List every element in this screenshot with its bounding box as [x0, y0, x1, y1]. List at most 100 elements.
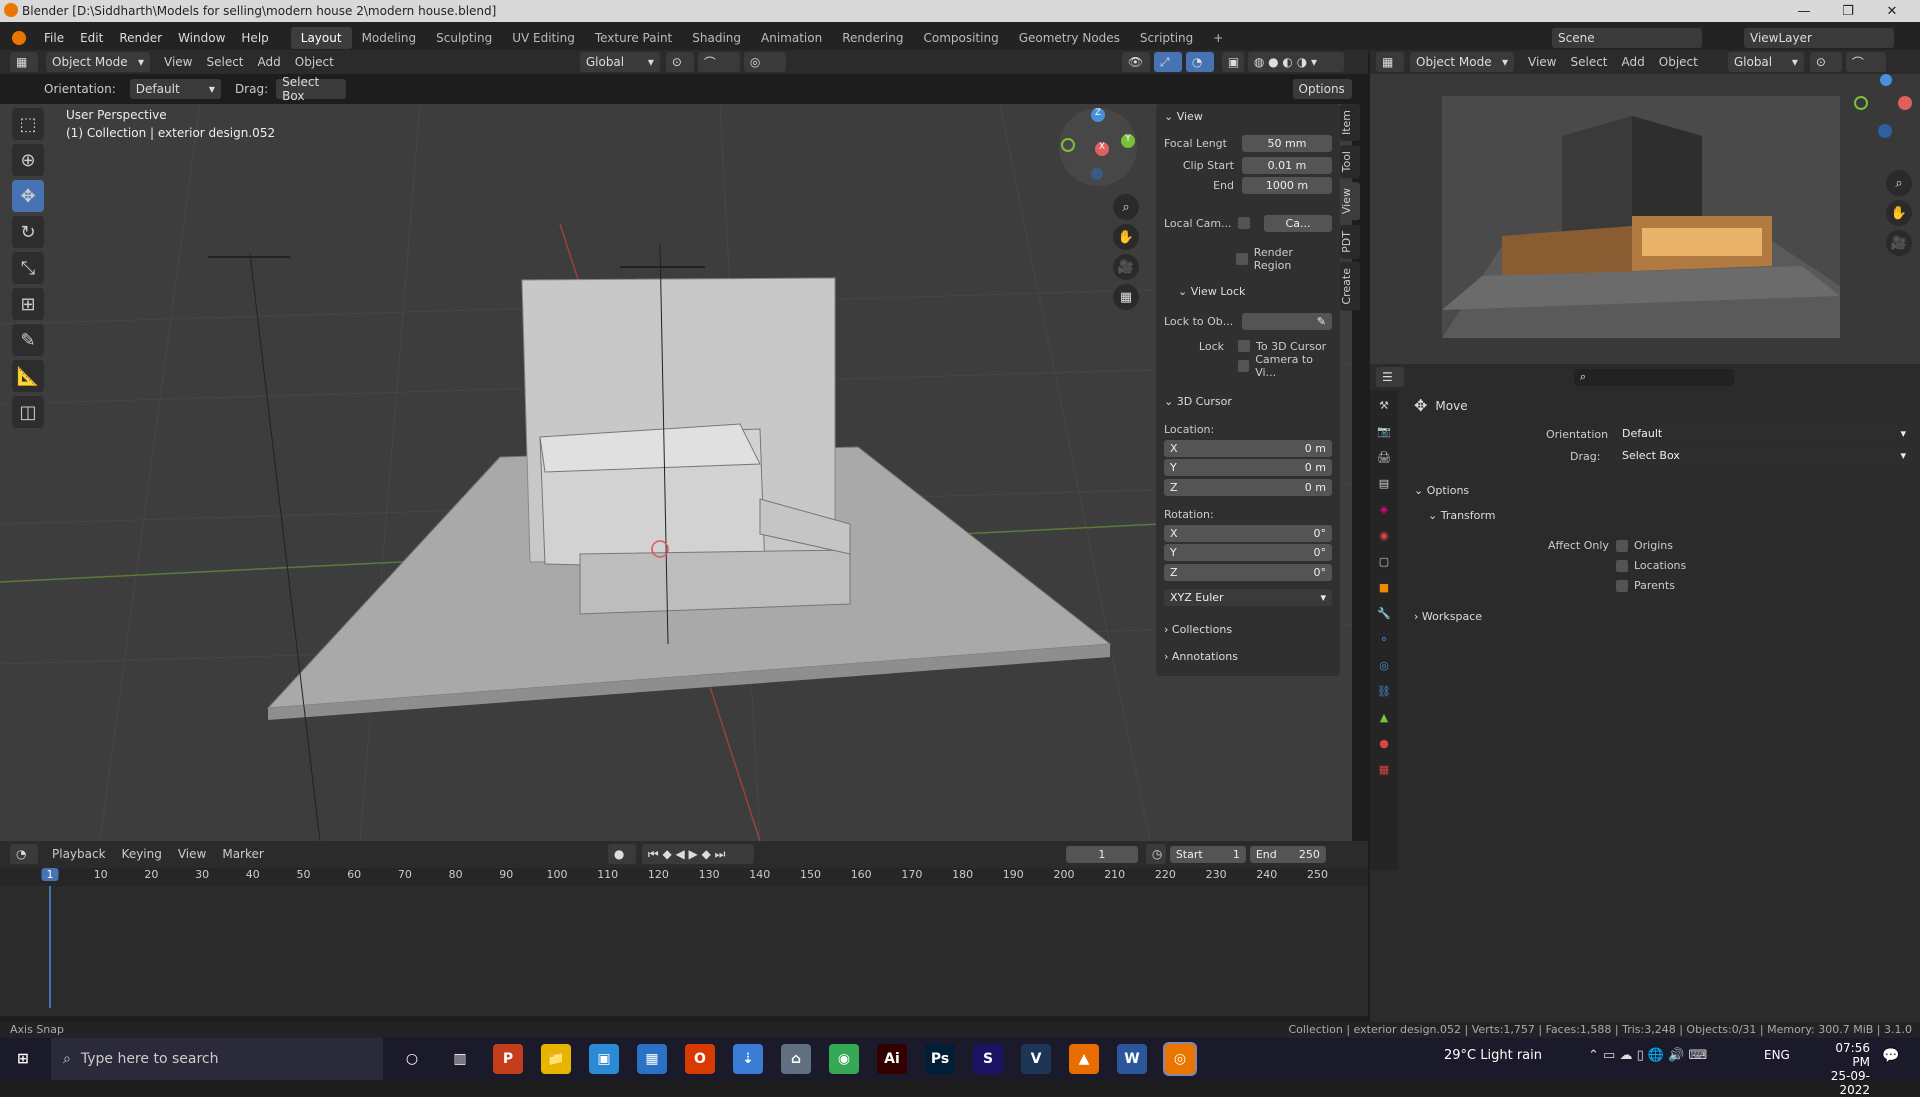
- camera-to-view-checkbox[interactable]: [1238, 360, 1250, 372]
- taskbar-app-icon[interactable]: S: [973, 1044, 1003, 1074]
- taskbar-app-icon[interactable]: V: [1021, 1044, 1051, 1074]
- render-transform-dropdown[interactable]: Global ▾: [1727, 52, 1804, 72]
- render-select-menu[interactable]: Select: [1570, 55, 1607, 69]
- tab-pdt[interactable]: PDT: [1340, 224, 1360, 259]
- options-section-header[interactable]: ⌄ Options: [1414, 484, 1469, 497]
- world-tab-icon[interactable]: ◉: [1373, 524, 1395, 546]
- scene-tab-icon[interactable]: ◈: [1373, 498, 1395, 520]
- close-button[interactable]: ✕: [1870, 0, 1914, 22]
- rotate-tool-icon[interactable]: ↻: [12, 216, 44, 248]
- clock-icon[interactable]: ◷: [1145, 844, 1166, 864]
- scene-selector[interactable]: Scene: [1552, 28, 1702, 48]
- menu-window[interactable]: Window: [170, 31, 233, 45]
- taskbar-app-icon[interactable]: ▦: [637, 1044, 667, 1074]
- workspace-tab-sculpting[interactable]: Sculpting: [426, 27, 502, 49]
- notification-center-icon[interactable]: 💬: [1882, 1048, 1899, 1064]
- render-snap-icon[interactable]: ⌒: [1845, 52, 1886, 72]
- particles-tab-icon[interactable]: ⚬: [1373, 628, 1395, 650]
- render-view-menu[interactable]: View: [1528, 55, 1556, 69]
- timeline-editor-type-icon[interactable]: ◔: [10, 844, 38, 864]
- transform-orientation-dropdown[interactable]: Global ▾: [579, 52, 660, 72]
- object-tab-icon[interactable]: ■: [1373, 576, 1395, 598]
- workspace-tab-geometry-nodes[interactable]: Geometry Nodes: [1009, 27, 1130, 49]
- tab-tool[interactable]: Tool: [1340, 145, 1360, 179]
- add-menu[interactable]: Add: [258, 55, 281, 69]
- maximize-button[interactable]: ❐: [1826, 0, 1870, 22]
- parents-checkbox[interactable]: [1616, 579, 1628, 592]
- end-frame-field[interactable]: End 250: [1249, 845, 1326, 863]
- minimize-button[interactable]: —: [1782, 0, 1826, 22]
- collections-section[interactable]: › Collections: [1164, 620, 1332, 638]
- view-layer-tab-icon[interactable]: ▤: [1373, 472, 1395, 494]
- pivot-icon[interactable]: ⊙: [665, 52, 694, 72]
- view-section-header[interactable]: ⌄ View: [1164, 107, 1332, 125]
- render-mode-dropdown[interactable]: Object Mode ▾: [1410, 52, 1514, 72]
- taskbar-app-icon[interactable]: ◉: [829, 1044, 859, 1074]
- lock-to-cursor-checkbox[interactable]: [1238, 340, 1250, 352]
- render-neg-z-icon[interactable]: [1878, 124, 1892, 138]
- record-icon[interactable]: ●: [607, 844, 636, 864]
- texture-tab-icon[interactable]: ▦: [1373, 758, 1395, 780]
- properties-editor-type-icon[interactable]: ☰: [1376, 367, 1404, 387]
- keying-menu[interactable]: Keying: [122, 847, 162, 861]
- taskbar-app-icon[interactable]: ▣: [589, 1044, 619, 1074]
- object-menu[interactable]: Object: [295, 55, 334, 69]
- material-tab-icon[interactable]: ●: [1373, 732, 1395, 754]
- render-add-menu[interactable]: Add: [1622, 55, 1645, 69]
- gizmo-toggle-icon[interactable]: ⤢: [1153, 52, 1182, 72]
- data-tab-icon[interactable]: ▲: [1373, 706, 1395, 728]
- menu-edit[interactable]: Edit: [72, 31, 111, 45]
- visibility-icon[interactable]: 👁: [1121, 52, 1150, 72]
- cursor-rotation-y[interactable]: Y 0°: [1164, 543, 1332, 561]
- render-camera-icon[interactable]: 🎥: [1886, 230, 1912, 256]
- cortana-icon[interactable]: ○: [397, 1044, 427, 1074]
- collection-tab-icon[interactable]: ▢: [1373, 550, 1395, 572]
- xray-icon[interactable]: ▣: [1221, 52, 1244, 72]
- tab-create[interactable]: Create: [1340, 262, 1360, 311]
- taskbar-clock[interactable]: 07:56 PM 25-09-2022: [1818, 1041, 1870, 1097]
- workspace-tab-uv-editing[interactable]: UV Editing: [502, 27, 585, 49]
- current-frame-field[interactable]: 1: [1065, 845, 1138, 863]
- taskbar-app-icon[interactable]: P: [493, 1044, 523, 1074]
- weather-widget[interactable]: 29°C Light rain: [1444, 1048, 1542, 1063]
- editor-type-button[interactable]: ▦: [10, 52, 38, 72]
- cursor-location-x[interactable]: X 0 m: [1164, 439, 1332, 457]
- measure-tool-icon[interactable]: 📐: [12, 360, 44, 392]
- transform-section-header[interactable]: ⌄ Transform: [1428, 509, 1495, 522]
- windows-start-icon[interactable]: ⊞: [8, 1044, 38, 1074]
- taskbar-app-icon[interactable]: W: [1117, 1044, 1147, 1074]
- origins-option[interactable]: Origins: [1616, 539, 1673, 552]
- physics-tab-icon[interactable]: ◎: [1373, 654, 1395, 676]
- workspace-tab-shading[interactable]: Shading: [682, 27, 751, 49]
- neg-y-axis-icon[interactable]: [1061, 138, 1075, 152]
- output-tab-icon[interactable]: 🖨: [1373, 446, 1395, 468]
- render-region-checkbox[interactable]: [1236, 253, 1248, 265]
- menu-render[interactable]: Render: [111, 31, 170, 45]
- render-preview-viewport[interactable]: ⌕ ✋ 🎥: [1370, 74, 1920, 364]
- workspace-tab-compositing[interactable]: Compositing: [913, 27, 1008, 49]
- lock-to-object-field[interactable]: ✎: [1242, 312, 1332, 330]
- cursor-location-y[interactable]: Y 0 m: [1164, 458, 1332, 476]
- clip-start-field[interactable]: 0.01 m: [1242, 156, 1332, 174]
- workspace-section-header[interactable]: › Workspace: [1414, 610, 1482, 623]
- render-zoom-icon[interactable]: ⌕: [1886, 170, 1912, 196]
- workspace-tab-rendering[interactable]: Rendering: [832, 27, 913, 49]
- zoom-icon[interactable]: ⌕: [1113, 194, 1139, 220]
- workspace-tab-modeling[interactable]: Modeling: [352, 27, 427, 49]
- focal-length-field[interactable]: 50 mm: [1242, 134, 1332, 152]
- add-cube-tool-icon[interactable]: ◫: [12, 396, 44, 428]
- annotations-section[interactable]: › Annotations: [1164, 647, 1332, 665]
- parents-option[interactable]: Parents: [1616, 579, 1675, 592]
- playhead[interactable]: [49, 886, 51, 1008]
- taskbar-app-icon[interactable]: Ai: [877, 1044, 907, 1074]
- modifier-tab-icon[interactable]: 🔧: [1373, 602, 1395, 624]
- neg-z-axis-icon[interactable]: [1091, 168, 1103, 180]
- view-menu[interactable]: View: [164, 55, 192, 69]
- workspace-tab-texture-paint[interactable]: Texture Paint: [585, 27, 682, 49]
- render-pivot-icon[interactable]: ⊙: [1809, 52, 1842, 72]
- pan-hand-icon[interactable]: ✋: [1113, 224, 1139, 250]
- rotation-mode-dropdown[interactable]: XYZ Euler ▾: [1164, 588, 1332, 606]
- clip-end-field[interactable]: 1000 m: [1242, 176, 1332, 194]
- taskbar-app-icon[interactable]: ◎: [1163, 1042, 1197, 1076]
- shading-modes[interactable]: ◍ ● ◐ ◑ ▾: [1247, 52, 1344, 72]
